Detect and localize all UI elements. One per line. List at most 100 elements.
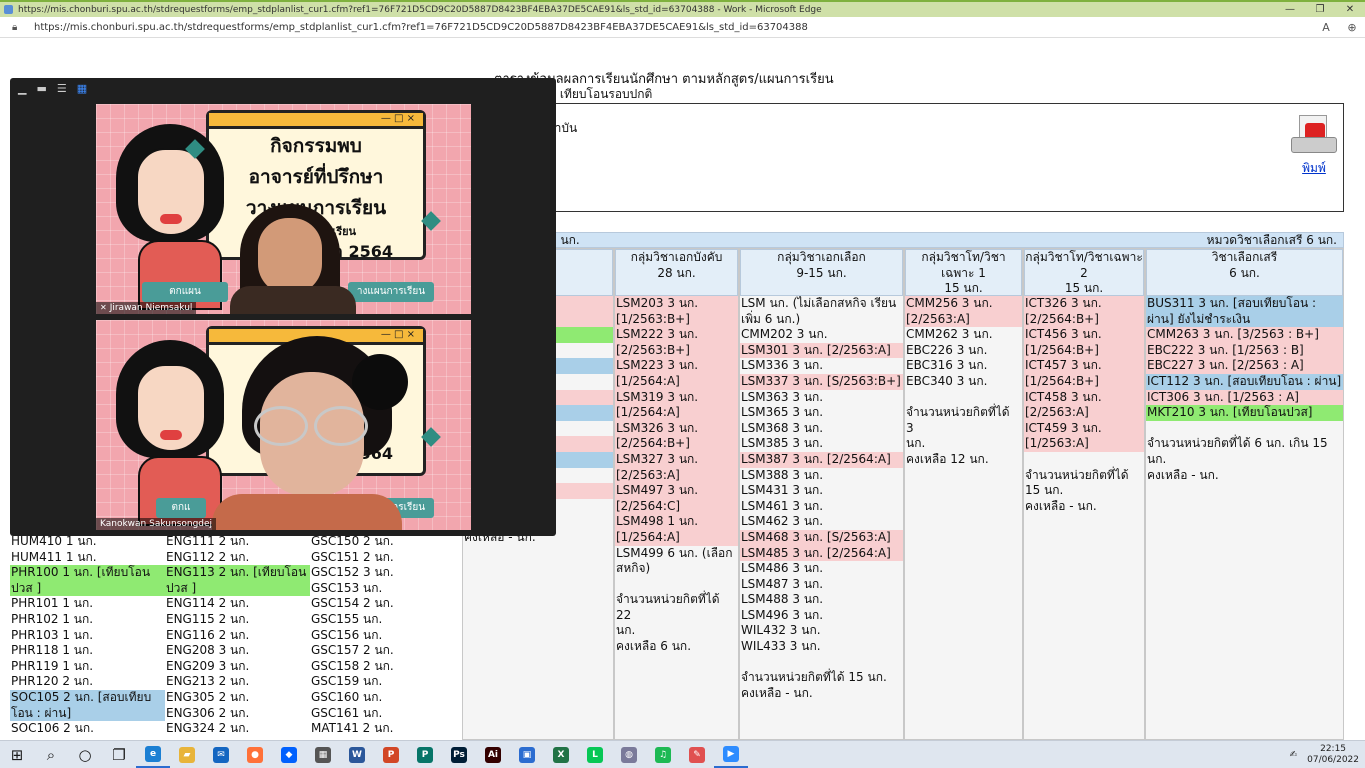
speaker-view-icon[interactable]: ▬ bbox=[36, 82, 46, 95]
mail-icon: ✉ bbox=[213, 746, 229, 763]
chrome-app-icon: ◍ bbox=[621, 746, 637, 763]
read-aloud-button[interactable]: A bbox=[1313, 21, 1339, 34]
table-cell: SOC106 2 นก. bbox=[11, 721, 94, 736]
restore-button[interactable]: ❐ bbox=[1305, 4, 1335, 15]
table-cell: ICT457 3 นก. bbox=[1024, 358, 1144, 374]
firefox-icon: ● bbox=[247, 746, 263, 763]
column-header-elective-major: กลุ่มวิชาเอกเลือก 9-15 นก. bbox=[740, 249, 903, 296]
table-cell: [2/2564:B+] bbox=[615, 436, 738, 452]
pen-icon[interactable]: ✍ bbox=[1290, 750, 1298, 760]
table-cell: LSM488 3 นก. bbox=[741, 592, 824, 607]
table-cell: LSM461 3 นก. bbox=[741, 498, 824, 513]
table-cell: ENG112 2 นก. bbox=[166, 549, 250, 564]
column-header-free-elective: วิชาเลือกเสรี 6 นก. bbox=[1146, 249, 1343, 296]
column-header-minor-1: กลุ่มวิชาโท/วิชา เฉพาะ 1 15 นก. bbox=[905, 249, 1022, 296]
cartoon-woman-illustration bbox=[108, 114, 228, 310]
taskbar-zoom-button[interactable]: ▶ bbox=[714, 742, 748, 768]
column-header-required-major: กลุ่มวิชาเอกบังคับ 28 นก. bbox=[615, 249, 738, 296]
table-cell: LSM327 3 นก. bbox=[615, 451, 738, 468]
table-cell: LSM485 3 นก. [2/2564:A] bbox=[740, 545, 903, 562]
table-cell: LSM499 6 นก. (เลือก bbox=[616, 545, 733, 560]
excel-icon: X bbox=[553, 746, 569, 763]
table-cell: PHR101 1 นก. bbox=[11, 596, 94, 611]
table-cell: จำนวนหน่วยกิตที่ได้ 22 bbox=[616, 592, 720, 622]
video-call-overlay[interactable]: ▁ ▬ ☰ ▦ — □ × กิจกรรมพบ อาจารย์ที่ปรึกษา… bbox=[10, 78, 556, 536]
taskbar-excel-button[interactable]: X bbox=[544, 742, 578, 768]
url-field[interactable]: https://mis.chonburi.spu.ac.th/stdreques… bbox=[34, 22, 1313, 33]
close-button[interactable]: ✕ bbox=[1335, 4, 1365, 15]
table-cell: คงเหลือ 12 นก. bbox=[906, 451, 989, 466]
taskbar-search-button[interactable]: ⌕ bbox=[34, 742, 68, 768]
table-cell bbox=[905, 390, 1022, 406]
table-cell: GSC154 2 นก. bbox=[311, 596, 394, 611]
column-required-major-cells: LSM203 3 นก. [1/2563:B+] LSM222 3 นก. [2/25… bbox=[615, 296, 738, 655]
table-cell: จำนวนหน่วยกิตที่ได้ 15 นก. bbox=[741, 670, 887, 685]
table-cell: [2/2564:C] bbox=[615, 498, 738, 515]
lock-icon[interactable]: 🔒︎ bbox=[12, 22, 26, 33]
table-cell: GSC153 นก. bbox=[311, 580, 383, 595]
participant-tile-2[interactable]: — □ × . . . 2564 ตกแ างแผนการเรียน Kanok… bbox=[96, 320, 471, 530]
taskbar-word-button[interactable]: W bbox=[340, 742, 374, 768]
line-icon: L bbox=[587, 746, 603, 763]
table-cell: ICT112 3 นก. [สอบเทียบโอน : ผ่าน] bbox=[1146, 373, 1343, 390]
taskbar-powerpoint-button[interactable]: P bbox=[374, 742, 408, 768]
clock[interactable]: 22:15 07/06/2022 bbox=[1307, 744, 1359, 766]
table-cell: [1/2563:A] bbox=[1024, 436, 1144, 452]
table-cell: [2/2563:B+] bbox=[615, 342, 738, 359]
paint-icon: ✎ bbox=[689, 746, 705, 763]
table-cell: ICT458 3 นก. bbox=[1024, 389, 1144, 406]
taskbar-spotify-button[interactable]: ♫ bbox=[646, 742, 680, 768]
table-cell: จำนวนหน่วยกิตที่ได้ bbox=[1025, 467, 1129, 482]
taskbar-chrome-app-button[interactable]: ◍ bbox=[612, 742, 646, 768]
taskbar-paint-button[interactable]: ✎ bbox=[680, 742, 714, 768]
table-cell: [2/2563:A] bbox=[615, 467, 738, 484]
table-cell: โอน : ผ่าน] bbox=[10, 705, 165, 722]
print-button[interactable]: พิมพ์ bbox=[1287, 113, 1341, 178]
table-cell: จำนวนหน่วยกิตที่ได้ 6 นก. เกิน 15 bbox=[1147, 436, 1328, 451]
taskbar-dropbox-button[interactable]: ◆ bbox=[272, 742, 306, 768]
minimize-video-icon[interactable]: ▁ bbox=[18, 82, 26, 95]
taskbar-line-button[interactable]: L bbox=[578, 742, 612, 768]
taskbar-mail-button[interactable]: ✉ bbox=[204, 742, 238, 768]
table-cell: GSC161 นก. bbox=[311, 705, 383, 720]
table-cell: LSM336 3 นก. bbox=[741, 358, 824, 373]
taskbar-task-view-button[interactable]: ❐ bbox=[102, 742, 136, 768]
poster-line2: อาจารย์ที่ปรึกษา bbox=[248, 166, 384, 188]
table-cell: คงเหลือ 6 นก. bbox=[616, 639, 692, 654]
table-cell bbox=[740, 655, 903, 671]
table-cell: [1/2564:B+] bbox=[1024, 373, 1144, 390]
minimize-button[interactable]: — bbox=[1275, 4, 1305, 15]
print-link[interactable]: พิมพ์ bbox=[1287, 159, 1341, 178]
strip-view-icon[interactable]: ☰ bbox=[57, 82, 67, 95]
participant-tile-1[interactable]: — □ × กิจกรรมพบ อาจารย์ที่ปรึกษา วางแผนก… bbox=[96, 104, 471, 314]
taskbar-photoshop-button[interactable]: Ps bbox=[442, 742, 476, 768]
table-column-elective-major: กลุ่มวิชาเอกเลือก 9-15 นก. LSM นก. (ไม่เ… bbox=[739, 248, 904, 740]
table-cell: ENG116 2 นก. bbox=[166, 627, 250, 642]
pdf-printer-icon[interactable] bbox=[1291, 113, 1337, 157]
table-cell: GSC157 2 นก. bbox=[311, 643, 394, 658]
taskbar-cortana-button[interactable]: ○ bbox=[68, 742, 102, 768]
taskbar-file-explorer-button[interactable]: ▰ bbox=[170, 742, 204, 768]
address-bar[interactable]: 🔒︎ https://mis.chonburi.spu.ac.th/stdreq… bbox=[0, 17, 1365, 38]
taskbar-publisher-button[interactable]: P bbox=[408, 742, 442, 768]
table-cell: PHR103 1 นก. bbox=[11, 627, 94, 642]
table-cell: [2/2564:B+] bbox=[1024, 311, 1144, 328]
taskbar-calculator-button[interactable]: ▦ bbox=[306, 742, 340, 768]
zoom-button[interactable]: ⊕ bbox=[1339, 21, 1365, 34]
column-header-minor-2: กลุ่มวิชาโท/วิชาเฉพาะ 2 15 นก. bbox=[1024, 249, 1144, 296]
table-cell: คงเหลือ - นก. bbox=[1025, 498, 1097, 513]
taskbar-windows-start-button[interactable]: ⊞ bbox=[0, 742, 34, 768]
gallery-view-icon[interactable]: ▦ bbox=[77, 82, 87, 95]
taskbar-store-button[interactable]: ▣ bbox=[510, 742, 544, 768]
taskbar-edge-button[interactable]: e bbox=[136, 742, 170, 768]
taskbar-firefox-button[interactable]: ● bbox=[238, 742, 272, 768]
column-minor-1-cells: CMM256 3 นก. [2/2563:A] CMM262 3 นก. EBC226… bbox=[905, 296, 1022, 468]
table-cell: LSM496 3 นก. bbox=[741, 607, 824, 622]
table-cell: LSM497 3 นก. bbox=[615, 483, 738, 499]
poster-window-bar: — □ × bbox=[209, 113, 423, 129]
table-cell: MKT210 3 นก. [เทียบโอนปวส] bbox=[1146, 405, 1343, 421]
table-cell: PHR120 2 นก. bbox=[11, 674, 94, 689]
table-cell: ENG324 2 นก. bbox=[166, 721, 250, 736]
table-cell: LSM นก. (ไม่เลือกสหกิจ เรียน bbox=[741, 296, 897, 310]
taskbar-illustrator-button[interactable]: Ai bbox=[476, 742, 510, 768]
